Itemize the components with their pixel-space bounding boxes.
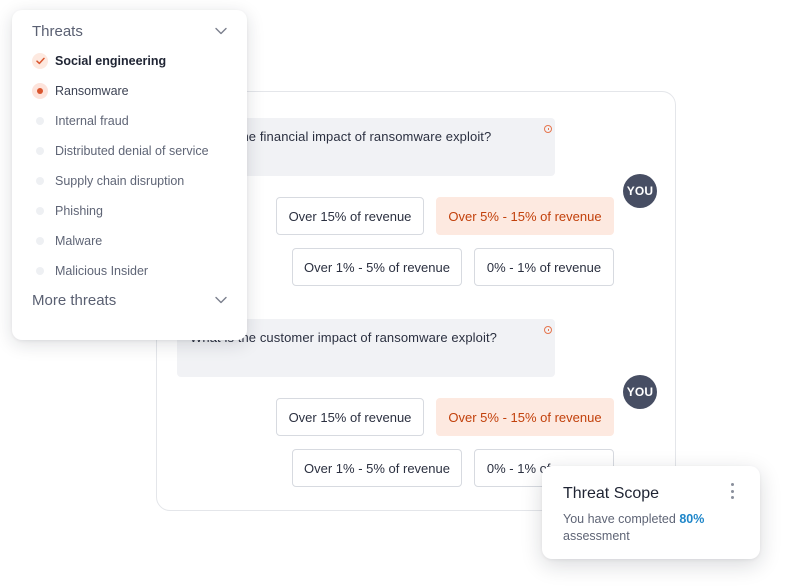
- threat-label: Malware: [55, 234, 103, 248]
- threat-item-internal-fraud[interactable]: Internal fraud: [32, 111, 129, 131]
- answer-option-over-15[interactable]: Over 15% of revenue: [276, 197, 424, 235]
- scope-text-before: You have completed: [563, 512, 676, 526]
- info-icon[interactable]: [544, 125, 552, 133]
- threat-item-ddos[interactable]: Distributed denial of service: [32, 141, 209, 161]
- more-vertical-icon[interactable]: [730, 483, 734, 499]
- scope-title: Threat Scope: [563, 485, 660, 502]
- threat-item-malicious-insider[interactable]: Malicious Insider: [32, 261, 148, 281]
- threat-label: Distributed denial of service: [55, 144, 209, 158]
- more-threats-toggle[interactable]: More threats: [32, 288, 227, 312]
- threat-label: Phishing: [55, 204, 103, 218]
- you-avatar: YOU: [623, 375, 657, 409]
- check-icon: [32, 53, 48, 69]
- chevron-down-icon[interactable]: [215, 296, 227, 304]
- you-avatar: YOU: [623, 174, 657, 208]
- scope-progress-text: You have completed 80% assessment: [563, 511, 733, 545]
- answer-option-over-15[interactable]: Over 15% of revenue: [276, 398, 424, 436]
- threats-title: Threats: [32, 22, 83, 40]
- answer-option-over-5-15-selected[interactable]: Over 5% - 15% of revenue: [436, 197, 614, 235]
- threat-item-social-engineering[interactable]: Social engineering: [32, 51, 166, 71]
- threat-scope-card: Threat Scope You have completed 80% asse…: [542, 466, 760, 559]
- pending-step-icon: [32, 143, 48, 159]
- threats-header[interactable]: Threats: [32, 19, 227, 43]
- threat-label: Malicious Insider: [55, 264, 149, 278]
- threat-label: Ransomware: [55, 84, 129, 98]
- pending-step-icon: [32, 173, 48, 189]
- scope-text-after: assessment: [563, 529, 630, 543]
- answer-option-over-5-15-selected[interactable]: Over 5% - 15% of revenue: [436, 398, 614, 436]
- threat-item-supply-chain[interactable]: Supply chain disruption: [32, 171, 184, 191]
- pending-step-icon: [32, 113, 48, 129]
- info-icon[interactable]: [544, 326, 552, 334]
- threat-label: Supply chain disruption: [55, 174, 185, 188]
- threat-item-ransomware[interactable]: Ransomware: [32, 81, 129, 101]
- threats-panel: Threats Social engineering Ransomware In…: [12, 10, 247, 340]
- scope-percent: 80%: [679, 512, 705, 526]
- pending-step-icon: [32, 203, 48, 219]
- answer-option-over-1-5[interactable]: Over 1% - 5% of revenue: [292, 248, 462, 286]
- chevron-down-icon[interactable]: [215, 27, 227, 35]
- threat-label: Internal fraud: [55, 114, 129, 128]
- more-threats-label: More threats: [32, 291, 117, 309]
- threat-item-malware[interactable]: Malware: [32, 231, 102, 251]
- pending-step-icon: [32, 233, 48, 249]
- threat-item-phishing[interactable]: Phishing: [32, 201, 103, 221]
- answer-option-over-1-5[interactable]: Over 1% - 5% of revenue: [292, 449, 462, 487]
- answer-option-0-1[interactable]: 0% - 1% of revenue: [474, 248, 614, 286]
- pending-step-icon: [32, 263, 48, 279]
- current-step-icon: [32, 83, 48, 99]
- threat-label: Social engineering: [55, 54, 167, 68]
